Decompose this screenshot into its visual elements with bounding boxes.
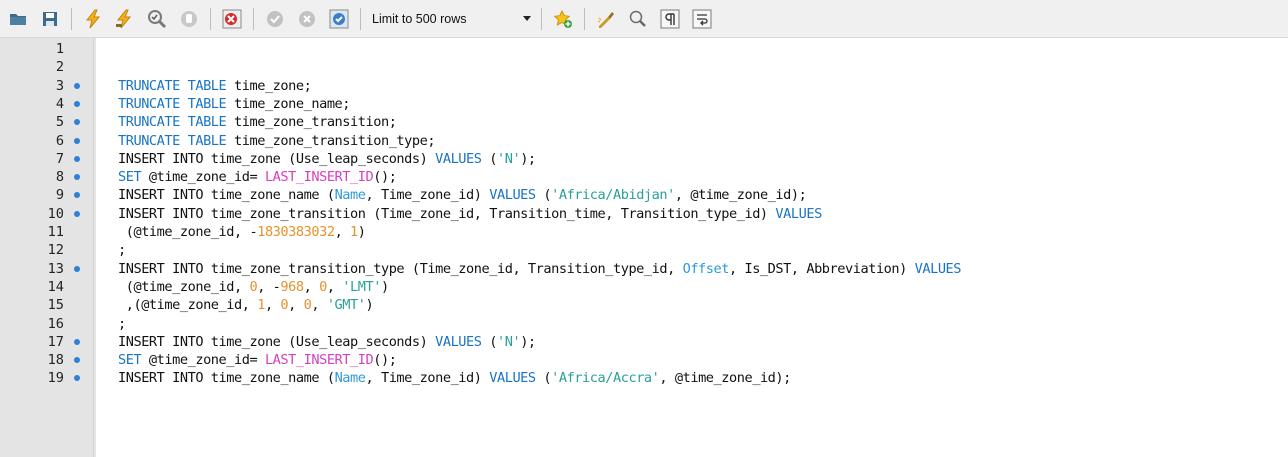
line-number: 5 — [55, 114, 64, 131]
statement-marker-icon — [74, 375, 80, 382]
statement-marker-icon — [74, 137, 80, 144]
code-line[interactable]: 13 INSERT INTO time_zone_transition_type … — [0, 260, 1288, 278]
commit-icon[interactable] — [263, 7, 287, 31]
code-line[interactable]: 6 TRUNCATE TABLE time_zone_transition_typ… — [0, 132, 1288, 150]
add-snippet-icon[interactable] — [551, 7, 575, 31]
code-line[interactable]: 15 ,(@time_zone_id, 1, 0, 0, 'GMT') — [0, 296, 1288, 314]
line-number: 10 — [47, 205, 64, 222]
code-text: INSERT INTO time_zone (Use_leap_seconds)… — [118, 333, 536, 350]
sql-editor[interactable]: 1 2 3 TRUNCATE TABLE time_zone; 4 TRUNCATE TA… — [0, 38, 1288, 457]
code-line[interactable]: 12; — [0, 241, 1288, 259]
code-text: TRUNCATE TABLE time_zone_transition; — [118, 114, 397, 131]
execute-icon[interactable] — [81, 7, 105, 31]
statement-marker-icon — [74, 357, 80, 364]
code-line[interactable]: 1 — [0, 40, 1288, 58]
code-line[interactable]: 4 TRUNCATE TABLE time_zone_name; — [0, 95, 1288, 113]
autocommit-icon[interactable] — [327, 7, 351, 31]
line-number: 7 — [55, 150, 64, 167]
code-line[interactable]: 3 TRUNCATE TABLE time_zone; — [0, 77, 1288, 95]
code-text: INSERT INTO time_zone_transition_type (T… — [118, 260, 962, 277]
toolbar-separator — [541, 7, 542, 30]
line-number: 17 — [47, 333, 64, 350]
line-number: 13 — [47, 260, 64, 277]
line-number: 8 — [55, 169, 64, 186]
statement-marker-icon — [74, 265, 80, 272]
line-number: 16 — [47, 315, 64, 332]
explain-icon[interactable] — [145, 7, 169, 31]
toggle-error-icon[interactable] — [220, 7, 244, 31]
code-line[interactable]: 11 (@time_zone_id, -1830383032, 1) — [0, 223, 1288, 241]
toolbar-separator — [584, 7, 585, 30]
query-toolbar: Limit to 500 rows — [0, 0, 1288, 38]
toolbar-separator — [71, 7, 72, 30]
code-text: INSERT INTO time_zone_name (Name, Time_z… — [118, 370, 791, 387]
statement-marker-icon — [74, 82, 80, 89]
code-text: TRUNCATE TABLE time_zone; — [118, 77, 312, 94]
code-line[interactable]: 7 INSERT INTO time_zone (Use_leap_seconds… — [0, 150, 1288, 168]
toolbar-separator — [360, 7, 361, 30]
open-folder-icon[interactable] — [6, 7, 30, 31]
code-text: ,(@time_zone_id, 1, 0, 0, 'GMT') — [118, 297, 374, 314]
beautify-icon[interactable] — [594, 7, 618, 31]
code-line[interactable]: 8 SET @time_zone_id= LAST_INSERT_ID(); — [0, 168, 1288, 186]
code-text: INSERT INTO time_zone_name (Name, Time_z… — [118, 187, 807, 204]
code-text: INSERT INTO time_zone_transition (Time_z… — [118, 205, 822, 222]
line-number: 19 — [47, 370, 64, 387]
find-icon[interactable] — [626, 7, 650, 31]
line-number: 9 — [55, 187, 64, 204]
code-line[interactable]: 14 (@time_zone_id, 0, -968, 0, 'LMT') — [0, 278, 1288, 296]
toolbar-separator — [210, 7, 211, 30]
line-number: 4 — [55, 95, 64, 112]
code-line[interactable]: 17 INSERT INTO time_zone (Use_leap_second… — [0, 333, 1288, 351]
wrap-icon[interactable] — [690, 7, 714, 31]
toolbar-separator — [253, 7, 254, 30]
statement-marker-icon — [74, 338, 80, 345]
invisible-chars-icon[interactable] — [658, 7, 682, 31]
rollback-icon[interactable] — [295, 7, 319, 31]
statement-marker-icon — [74, 155, 80, 162]
statement-marker-icon — [74, 100, 80, 107]
code-line[interactable]: 5 TRUNCATE TABLE time_zone_transition; — [0, 113, 1288, 131]
code-text: TRUNCATE TABLE time_zone_name; — [118, 95, 351, 112]
statement-marker-icon — [74, 174, 80, 181]
code-line[interactable]: 18 SET @time_zone_id= LAST_INSERT_ID(); — [0, 351, 1288, 369]
code-line[interactable]: 19 INSERT INTO time_zone_name (Name, Time… — [0, 369, 1288, 387]
chevron-down-icon — [522, 16, 532, 21]
line-number: 15 — [47, 297, 64, 314]
line-number: 12 — [47, 242, 64, 259]
code-line[interactable]: 16; — [0, 315, 1288, 333]
line-number: 3 — [55, 77, 64, 94]
stop-icon[interactable] — [177, 7, 201, 31]
line-number: 2 — [55, 59, 64, 76]
line-number: 6 — [55, 132, 64, 149]
code-text: INSERT INTO time_zone (Use_leap_seconds)… — [118, 150, 536, 167]
code-text: ; — [118, 315, 126, 332]
statement-marker-icon — [74, 192, 80, 199]
code-text: SET @time_zone_id= LAST_INSERT_ID(); — [118, 169, 397, 186]
code-text: ; — [118, 242, 126, 259]
line-number: 18 — [47, 352, 64, 369]
line-number: 14 — [47, 278, 64, 295]
save-icon[interactable] — [38, 7, 62, 31]
line-number: 1 — [55, 41, 64, 57]
code-text: SET @time_zone_id= LAST_INSERT_ID(); — [118, 352, 397, 369]
code-text: (@time_zone_id, -1830383032, 1) — [118, 224, 366, 240]
execute-current-icon[interactable] — [113, 7, 137, 31]
code-text: (@time_zone_id, 0, -968, 0, 'LMT') — [118, 278, 389, 295]
limit-rows-label: Limit to 500 rows — [372, 11, 467, 26]
code-line[interactable]: 9 INSERT INTO time_zone_name (Name, Time_… — [0, 186, 1288, 204]
statement-marker-icon — [74, 119, 80, 126]
code-line[interactable]: 10 INSERT INTO time_zone_transition (Time… — [0, 205, 1288, 223]
statement-marker-icon — [74, 210, 80, 217]
code-line[interactable]: 2 — [0, 58, 1288, 76]
limit-rows-select[interactable]: Limit to 500 rows — [370, 8, 532, 30]
line-number: 11 — [47, 224, 64, 240]
code-text: TRUNCATE TABLE time_zone_transition_type… — [118, 132, 436, 149]
